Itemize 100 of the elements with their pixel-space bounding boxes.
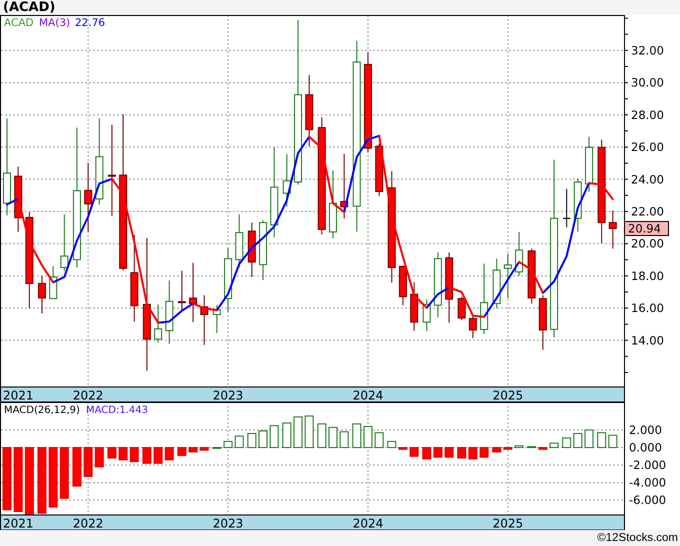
histogram-bar	[224, 440, 233, 448]
candle	[235, 214, 244, 268]
histogram-bar	[270, 425, 279, 448]
candle	[434, 252, 442, 318]
year-label: 2024	[352, 388, 384, 402]
histogram-bar	[514, 445, 524, 448]
histogram-bar	[48, 447, 58, 508]
candle	[165, 280, 174, 344]
histogram-bar	[188, 447, 198, 452]
year-label: 2021	[3, 516, 34, 530]
legend-value: 22.76	[75, 17, 106, 29]
year-label: 2022	[72, 388, 104, 402]
candle	[282, 153, 291, 208]
candle	[538, 294, 547, 350]
candle	[422, 298, 431, 332]
histogram-bar	[94, 447, 104, 468]
histogram-bar	[597, 432, 606, 448]
histogram-bar	[164, 447, 174, 460]
histogram-bar	[2, 447, 12, 510]
candle	[154, 304, 162, 343]
year-label: 2023	[212, 516, 244, 530]
candle	[504, 253, 512, 299]
histogram-bar	[282, 422, 292, 448]
histogram-bar	[234, 436, 244, 448]
candle	[574, 178, 582, 232]
price-axis-label: 28.00	[631, 108, 664, 122]
year-label: 2021	[3, 388, 34, 402]
histogram-bar	[200, 447, 209, 451]
candle	[224, 248, 232, 312]
legend-indicator: MA(3)	[39, 17, 70, 29]
macd-axis-label: -2.000	[629, 458, 666, 472]
legend-indicator: MACD(26,12,9)	[4, 405, 80, 416]
histogram-bar	[410, 447, 419, 457]
candle	[178, 270, 186, 310]
candle	[60, 214, 68, 272]
histogram-bar	[422, 447, 432, 460]
macd-axis-label: 2.000	[629, 423, 662, 438]
histogram-bar	[247, 433, 256, 448]
macd-axis-label: 0.000	[629, 440, 662, 455]
price-axis-label: 22.00	[631, 204, 664, 218]
price-axis-label: 16.00	[631, 301, 664, 316]
candle	[492, 258, 501, 309]
histogram-bar	[130, 447, 139, 462]
histogram-bar	[608, 434, 618, 448]
candle	[585, 136, 594, 192]
histogram-bar	[142, 447, 152, 464]
histogram-bar	[550, 442, 559, 448]
histogram-bar	[118, 447, 128, 460]
price-tag: 20.94	[624, 221, 669, 236]
histogram-bar	[340, 431, 349, 448]
candle	[14, 166, 22, 232]
histogram-bar	[444, 447, 454, 458]
candle	[38, 276, 46, 314]
histogram-bar	[480, 447, 489, 458]
histogram-bar	[527, 446, 536, 448]
histogram-bar	[457, 447, 466, 459]
candle	[212, 304, 221, 334]
price-axis-label: 14.00	[631, 333, 664, 348]
legend-value: MACD:1.443	[86, 405, 148, 416]
candle	[528, 248, 536, 304]
histogram-bar	[107, 447, 116, 459]
histogram-bar	[573, 433, 582, 448]
histogram-bar	[154, 447, 163, 464]
year-label: 2025	[492, 388, 524, 402]
candle	[49, 266, 58, 300]
candle	[259, 220, 268, 281]
candle	[248, 222, 256, 278]
macd-axis-label: -6.000	[629, 493, 666, 508]
histogram-bar	[177, 447, 186, 456]
macd-axis-label: -4.000	[629, 476, 666, 490]
year-label: 2024	[352, 516, 384, 530]
histogram-bar	[503, 447, 512, 450]
year-label: 2023	[212, 388, 244, 402]
candle	[200, 294, 208, 346]
histogram-bar	[60, 447, 69, 499]
candle	[375, 143, 384, 196]
price-axis-label: 18.00	[631, 268, 664, 283]
price-axis-label: 20.00	[631, 236, 664, 251]
candle	[328, 170, 337, 239]
candle	[410, 282, 418, 331]
candle	[515, 231, 524, 276]
histogram-bar	[37, 447, 46, 514]
histogram-bar	[433, 447, 442, 458]
histogram-bar	[24, 447, 34, 515]
histogram-bar	[562, 437, 572, 448]
candle	[608, 210, 617, 250]
price-axis-label: 24.00	[631, 172, 664, 186]
histogram-bar	[14, 447, 23, 512]
candle	[445, 252, 454, 324]
candle	[398, 264, 407, 306]
candle	[340, 153, 348, 219]
candle	[480, 263, 488, 334]
histogram-bar	[304, 416, 314, 448]
candle	[468, 316, 477, 339]
histogram-bar	[258, 430, 268, 448]
copyright-text: ©12Stocks.com	[597, 532, 678, 544]
price-axis-label: 32.00	[631, 43, 664, 58]
histogram-bar	[317, 423, 326, 448]
histogram-bar	[352, 423, 362, 448]
histogram-bar	[72, 447, 82, 487]
